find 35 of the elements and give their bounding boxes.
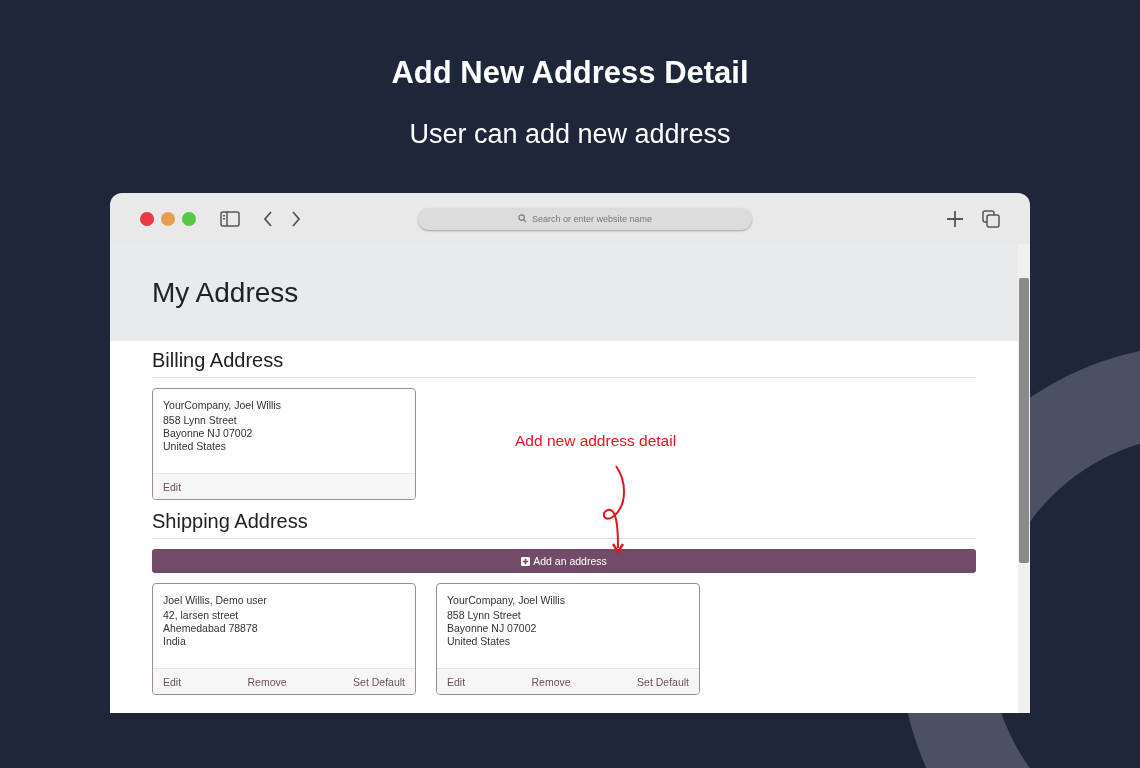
address-line: YourCompany, Joel Willis xyxy=(447,594,566,607)
plus-square-icon xyxy=(521,556,531,566)
address-line: Bayonne NJ 07002 xyxy=(163,427,254,440)
page-title: My Address xyxy=(152,276,299,309)
address-line: YourCompany, Joel Willis xyxy=(163,399,282,412)
card-action-link[interactable]: Edit xyxy=(447,675,466,688)
address-line: India xyxy=(163,635,187,648)
card-action-link[interactable]: Edit xyxy=(163,675,182,688)
close-button[interactable] xyxy=(140,211,154,226)
annotation-text: Add new address detail xyxy=(515,432,677,450)
address-line: Joel Willis, Demo user xyxy=(163,594,268,607)
plus-icon[interactable] xyxy=(946,209,964,228)
card-action-link[interactable]: Set Default xyxy=(637,675,689,688)
forward-icon[interactable] xyxy=(290,209,302,228)
sidebar-icon[interactable] xyxy=(220,210,240,227)
add-address-button[interactable]: Add an address xyxy=(152,549,976,573)
address-line: United States xyxy=(447,635,512,648)
section-heading: Shipping Address xyxy=(152,510,976,539)
address-line: 858 Lynn Street xyxy=(447,609,522,622)
back-icon[interactable] xyxy=(262,209,274,228)
card-action-link[interactable]: Set Default xyxy=(353,675,405,688)
section-heading: Billing Address xyxy=(152,349,976,378)
card-action-link[interactable]: Remove xyxy=(531,675,571,688)
tabs-icon[interactable] xyxy=(982,209,1000,228)
hero-subtitle: User can add new address xyxy=(409,119,731,150)
address-line: United States xyxy=(163,440,228,453)
scrollbar[interactable] xyxy=(1018,244,1030,713)
search-icon xyxy=(517,214,527,223)
card-action-link[interactable]: Remove xyxy=(247,675,287,688)
address-line: Bayonne NJ 07002 xyxy=(447,622,538,635)
address-line: 42, larsen street xyxy=(163,609,240,622)
card-action-link[interactable]: Edit xyxy=(163,480,182,493)
address-line: 858 Lynn Street xyxy=(163,414,238,427)
address-line: Ahemedabad 78878 xyxy=(163,622,259,635)
hero-title: Add New Address Detail xyxy=(391,55,749,91)
